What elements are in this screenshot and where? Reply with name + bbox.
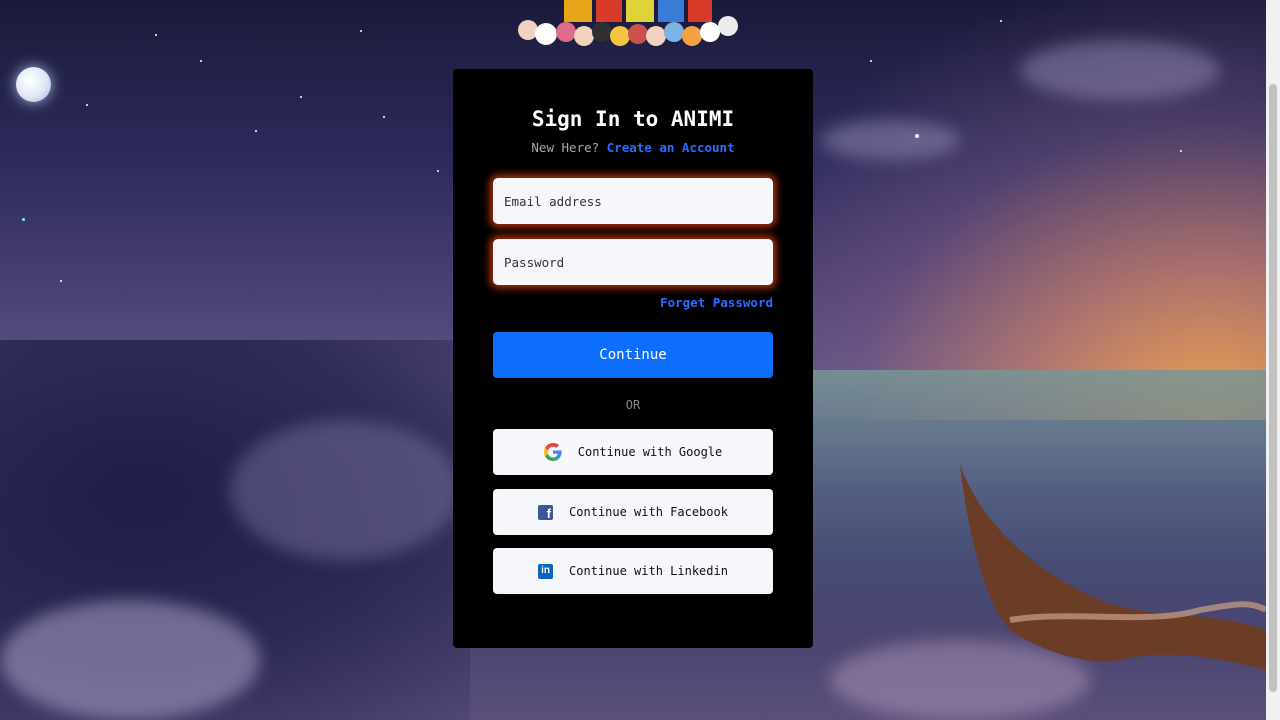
create-account-link[interactable]: Create an Account xyxy=(607,140,735,155)
star xyxy=(1000,20,1002,22)
star xyxy=(300,96,302,98)
star xyxy=(60,280,62,282)
star xyxy=(200,60,202,62)
star xyxy=(1180,150,1182,152)
facebook-button-label: Continue with Facebook xyxy=(569,505,728,519)
sign-in-form: Sign In to ANIMI New Here? Create an Acc… xyxy=(453,0,813,720)
star xyxy=(360,30,362,32)
star xyxy=(870,60,872,62)
linkedin-icon: in xyxy=(538,563,554,579)
cloud xyxy=(0,600,260,720)
star xyxy=(86,104,88,106)
facebook-icon: f xyxy=(538,504,554,520)
password-field[interactable] xyxy=(493,239,773,285)
linkedin-button-label: Continue with Linkedin xyxy=(569,564,728,578)
star xyxy=(437,170,439,172)
eagle xyxy=(960,465,1266,670)
google-icon xyxy=(543,443,562,461)
cloud xyxy=(820,120,960,160)
signup-prompt: New Here? Create an Account xyxy=(453,140,813,155)
google-signin-button[interactable]: Continue with Google xyxy=(493,429,773,475)
new-here-text: New Here? xyxy=(531,140,600,155)
star xyxy=(383,116,385,118)
facebook-signin-button[interactable]: f Continue with Facebook xyxy=(493,489,773,535)
google-button-label: Continue with Google xyxy=(577,445,723,459)
or-divider: OR xyxy=(625,398,641,412)
continue-button[interactable]: Continue xyxy=(493,332,773,378)
linkedin-signin-button[interactable]: in Continue with Linkedin xyxy=(493,548,773,594)
star xyxy=(22,218,25,221)
star xyxy=(155,34,157,36)
email-field[interactable] xyxy=(493,178,773,224)
page-scrollbar[interactable] xyxy=(1266,0,1280,720)
cloud xyxy=(230,420,460,560)
cloud xyxy=(1020,40,1220,100)
moon xyxy=(16,67,51,102)
forgot-password-link[interactable]: Forget Password xyxy=(660,295,773,310)
star xyxy=(915,134,919,138)
page-title: Sign In to ANIMI xyxy=(531,107,735,131)
scrollbar-thumb[interactable] xyxy=(1269,84,1277,692)
star xyxy=(255,130,257,132)
